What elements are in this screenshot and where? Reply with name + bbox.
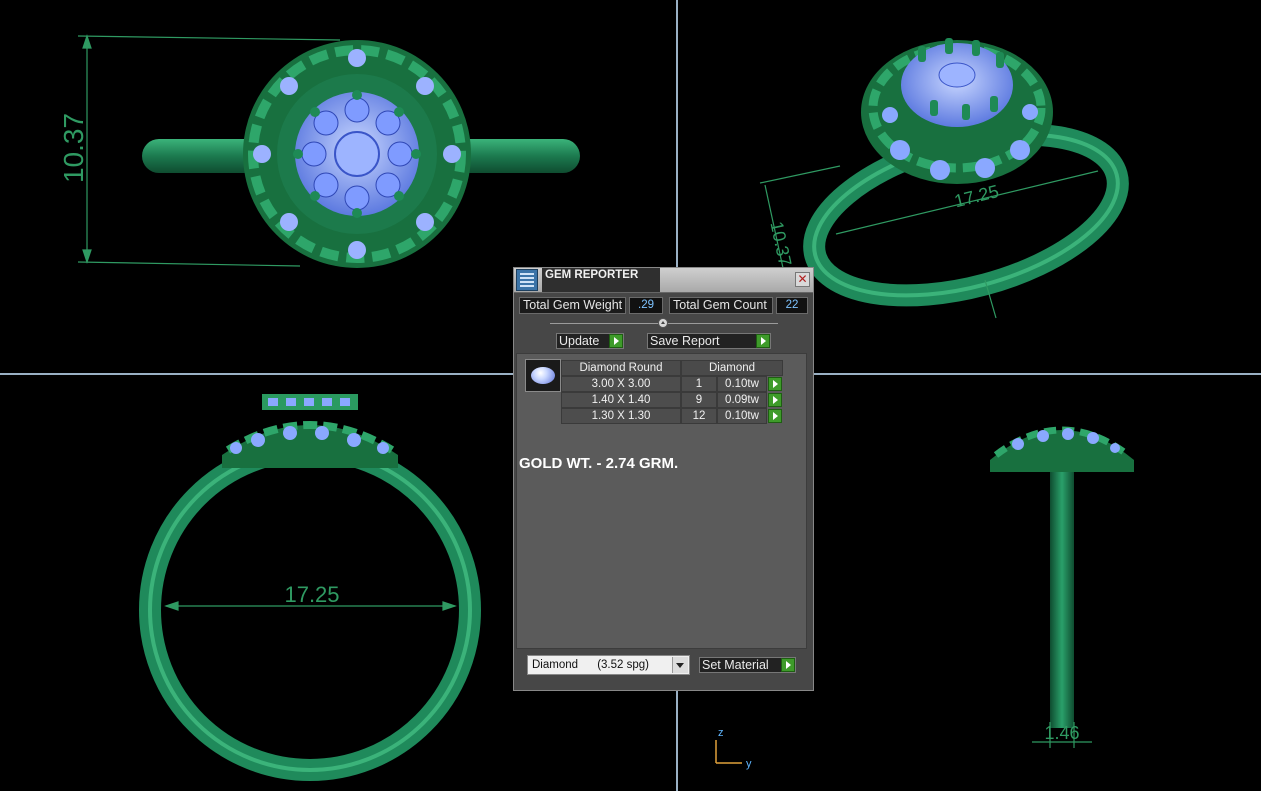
play-icon (756, 334, 770, 348)
width-dimension-label: 17.25 (952, 181, 1001, 211)
total-gem-weight-value: .29 (629, 297, 663, 314)
dialog-title: GEM REPORTER (542, 268, 660, 292)
gem-list-panel: Diamond Round Diamond 3.00 X 3.00 1 0.10… (516, 353, 807, 649)
axis-y-label: y (746, 758, 752, 770)
play-icon (609, 334, 623, 348)
table-row-weight: 0.10tw (717, 408, 767, 424)
axis-gizmo (715, 740, 742, 764)
chevron-down-icon[interactable] (672, 657, 688, 673)
table-row-count: 1 (681, 376, 717, 392)
row-select-arrow-icon[interactable] (768, 409, 782, 423)
table-row-size: 1.30 X 1.30 (561, 408, 681, 424)
axis-z-label: z (718, 727, 724, 739)
material-select-value: Diamond (3.52 spg) (532, 659, 649, 671)
update-button-label: Update (559, 334, 600, 348)
gem-reporter-icon (516, 269, 538, 291)
height-dimension-label-perspective: 10.37 (766, 220, 795, 268)
side-view-ring (990, 426, 1134, 728)
set-material-button-label: Set Material (702, 658, 769, 672)
diamond-round-thumbnail[interactable] (525, 359, 561, 392)
top-view-ring (142, 40, 580, 268)
gem-reporter-dialog: GEM REPORTER ✕ Total Gem Weight .29 Tota… (513, 267, 814, 691)
perspective-view-ring (803, 38, 1129, 307)
gold-weight-note: GOLD WT. - 2.74 GRM. (519, 455, 679, 472)
table-row-count: 9 (681, 392, 717, 408)
table-row-weight: 0.10tw (717, 376, 767, 392)
save-report-button[interactable]: Save Report (647, 333, 771, 349)
height-dimension-label: 10.37 (58, 113, 89, 183)
table-header-shape: Diamond Round (561, 360, 681, 376)
shank-width-label: 1.46 (1044, 723, 1079, 743)
diamond-icon (531, 367, 555, 384)
total-gem-weight-label: Total Gem Weight (519, 297, 626, 314)
table-row-count: 12 (681, 408, 717, 424)
play-icon (781, 658, 795, 672)
dialog-titlebar[interactable]: GEM REPORTER ✕ (514, 268, 813, 293)
save-report-button-label: Save Report (650, 334, 720, 348)
material-select[interactable]: Diamond (3.52 spg) (527, 655, 690, 675)
total-gem-count-value: 22 (776, 297, 808, 314)
update-button[interactable]: Update (556, 333, 624, 349)
set-material-button[interactable]: Set Material (699, 657, 796, 673)
table-header-material: Diamond (681, 360, 783, 376)
total-gem-count-label: Total Gem Count (669, 297, 773, 314)
close-button[interactable]: ✕ (795, 272, 810, 287)
collapse-toggle[interactable] (658, 318, 668, 328)
row-select-arrow-icon[interactable] (768, 393, 782, 407)
inner-diameter-label: 17.25 (284, 582, 339, 607)
row-select-arrow-icon[interactable] (768, 377, 782, 391)
table-row-size: 1.40 X 1.40 (561, 392, 681, 408)
table-row-weight: 0.09tw (717, 392, 767, 408)
table-row-size: 3.00 X 3.00 (561, 376, 681, 392)
